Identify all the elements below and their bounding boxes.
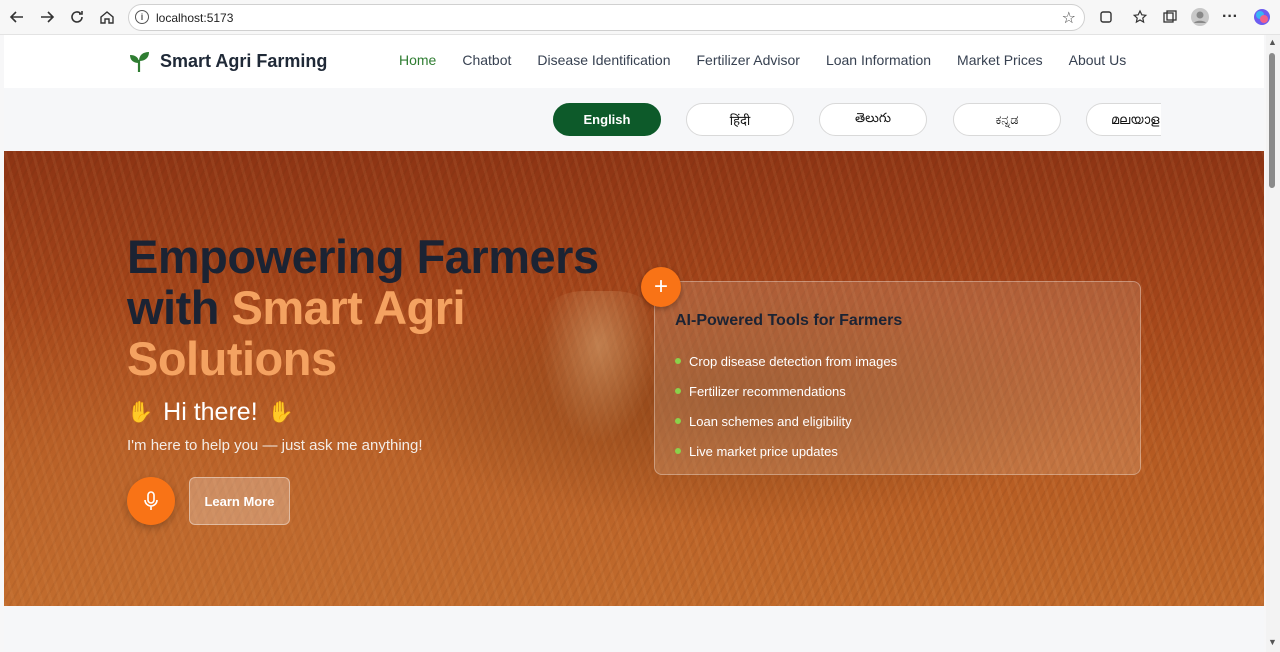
scroll-up-icon[interactable]: ▲ [1268, 37, 1277, 47]
list-item: Crop disease detection from images [675, 346, 897, 376]
back-icon[interactable] [6, 6, 28, 28]
lang-malayalam-button[interactable]: മലയാള [1086, 103, 1161, 136]
page: Smart Agri Farming Home Chatbot Disease … [4, 35, 1264, 652]
brand[interactable]: Smart Agri Farming [128, 49, 327, 73]
bullet-icon [675, 388, 681, 394]
info-icon[interactable]: i [135, 10, 149, 24]
scroll-down-icon[interactable]: ▼ [1268, 637, 1277, 647]
browser-toolbar: i localhost:5173 ☆ ··· [0, 0, 1280, 35]
scrollbar[interactable]: ▲ ▼ [1266, 35, 1280, 652]
seedling-icon [130, 52, 149, 72]
nav-about-us[interactable]: About Us [1069, 52, 1127, 68]
waving-hand-icon: ✋ [267, 400, 294, 424]
nav-loan-information[interactable]: Loan Information [826, 52, 931, 68]
lang-kannada-button[interactable]: ಕನ್ನಡ [953, 103, 1061, 136]
greeting-text: Hi there! [163, 398, 258, 426]
hero-title: Empowering Farmers with Smart Agri Solut… [127, 231, 607, 384]
lang-telugu-button[interactable]: తెలుగు [819, 103, 927, 136]
lang-hindi-button[interactable]: हिंदी [686, 103, 794, 136]
address-url[interactable]: localhost:5173 [156, 11, 233, 25]
list-item: Fertilizer recommendations [675, 376, 897, 406]
address-bar[interactable]: i localhost:5173 ☆ [128, 4, 1085, 31]
nav-links: Home Chatbot Disease Identification Fert… [399, 52, 1152, 68]
tools-list: Crop disease detection from images Ferti… [675, 346, 897, 466]
lang-english-button[interactable]: English [553, 103, 661, 136]
bullet-icon [675, 418, 681, 424]
favorites-icon[interactable] [1129, 6, 1151, 28]
refresh-icon[interactable] [66, 6, 88, 28]
list-item: Live market price updates [675, 436, 897, 466]
lang-malayalam-clip: മലയാള [1086, 103, 1161, 136]
waving-hand-icon: ✋ [127, 400, 154, 424]
list-item: Loan schemes and eligibility [675, 406, 897, 436]
bullet-icon [675, 358, 681, 364]
hero-subtitle: I'm here to help you — just ask me anyth… [127, 437, 423, 454]
home-icon[interactable] [96, 6, 118, 28]
brand-name: Smart Agri Farming [160, 50, 328, 71]
bullet-icon [675, 448, 681, 454]
tools-title: AI-Powered Tools for Farmers [675, 312, 903, 329]
plus-icon[interactable]: + [641, 267, 681, 307]
nav-disease-identification[interactable]: Disease Identification [537, 52, 670, 68]
nav-fertilizer-advisor[interactable]: Fertilizer Advisor [696, 52, 799, 68]
extensions-icon[interactable] [1095, 6, 1117, 28]
collections-icon[interactable] [1159, 6, 1181, 28]
language-selector: English हिंदी తెలుగు ಕನ್ನಡ മലയാള [4, 88, 1264, 151]
learn-more-button[interactable]: Learn More [189, 477, 290, 525]
greeting: ✋ Hi there! ✋ [127, 398, 294, 427]
nav-market-prices[interactable]: Market Prices [957, 52, 1043, 68]
hero-section: Empowering Farmers with Smart Agri Solut… [4, 151, 1264, 606]
nav-chatbot[interactable]: Chatbot [462, 52, 511, 68]
scroll-thumb[interactable] [1269, 53, 1275, 188]
tools-card: AI-Powered Tools for Farmers Crop diseas… [654, 281, 1141, 475]
forward-icon[interactable] [36, 6, 58, 28]
star-icon[interactable]: ☆ [1062, 8, 1076, 28]
microphone-button[interactable] [127, 477, 175, 525]
nav-home[interactable]: Home [399, 52, 436, 68]
copilot-icon[interactable] [1251, 6, 1273, 28]
microphone-icon [144, 491, 158, 510]
more-icon[interactable]: ··· [1219, 6, 1241, 28]
profile-icon[interactable] [1189, 6, 1211, 28]
navbar: Smart Agri Farming Home Chatbot Disease … [4, 35, 1264, 88]
